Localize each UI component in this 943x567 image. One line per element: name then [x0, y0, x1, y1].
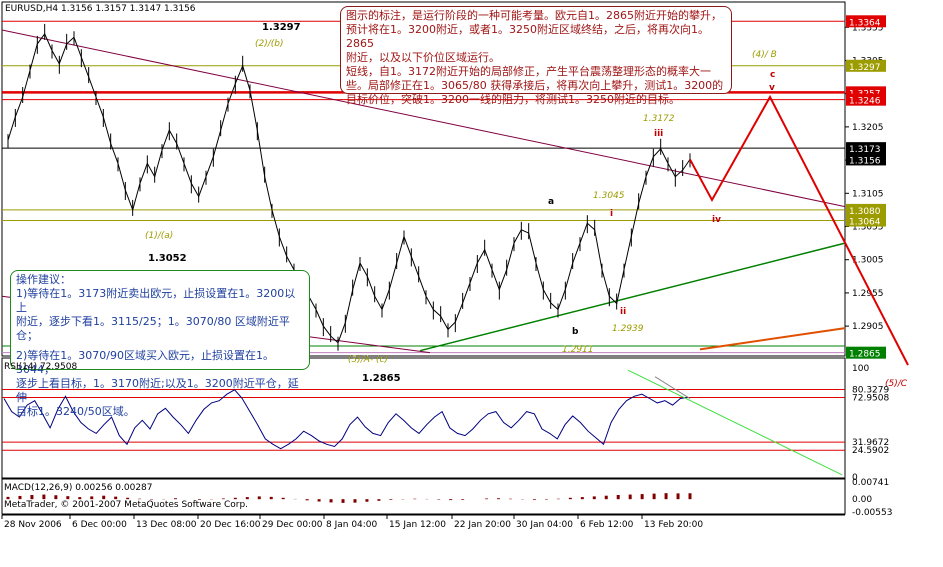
analysis-note: 图示的标注，是运行阶段的一种可能考量。欧元自1。2865附近开始的攀升， 预计将…: [340, 6, 732, 106]
note-line: 目标价位，突破1。3200一线的阻力，将测试1。3250附近的目标。: [346, 93, 680, 106]
price-annotation: 1.3172: [643, 114, 675, 124]
note-line: 些。局部修正在1。3065/80 获得承接后，将再次向上攀升，测试1。3200的: [346, 79, 724, 92]
wave-label: (3)/A- (c): [348, 355, 388, 365]
time-tick-label: 13 Dec 08:00: [136, 520, 197, 530]
price-box-label: 1.2865: [849, 350, 881, 360]
note-line: 短线，自1。3172附近开始的局部修正，产生平台震荡整理形态的概率大一: [346, 65, 711, 78]
rsi-tick-label: 100: [852, 364, 869, 374]
rsi-tick-label: 72.9508: [852, 393, 889, 403]
advice-line: 附近，逐步下看1。3115/25；1。3070/80 区域附近平仓；: [16, 315, 290, 342]
price-annotation: 1.3045: [593, 191, 625, 201]
note-line: 预计将在1。3200附近，或者1。3250附近区域终结，之后，将再次向1。286…: [346, 23, 709, 50]
wave-label: b: [572, 327, 579, 337]
macd-tick-label: 0.00741: [852, 478, 889, 488]
price-box-label: 1.3297: [849, 63, 881, 73]
time-tick-label: 22 Jan 20:00: [454, 520, 511, 530]
trade-advice: 操作建议： 1)等待在1。3173附近卖出欧元，止损设置在1。3200以上 附近…: [10, 270, 310, 418]
price-tick-label: 1.2905: [852, 322, 884, 332]
time-tick-label: 29 Dec 00:00: [262, 520, 323, 530]
price-annotation: 1.2939: [612, 324, 644, 334]
copyright-text: MetaTrader, © 2001-2007 MetaQuotes Softw…: [4, 500, 249, 510]
price-tick-label: 1.3205: [852, 123, 884, 133]
macd-tick-label: 0.00: [852, 495, 872, 505]
note-line: 图示的标注，是运行阶段的一种可能考量。欧元自1。2865附近开始的攀升，: [346, 9, 722, 22]
time-tick-label: 28 Nov 2006: [4, 520, 62, 530]
price-box-label: 1.3364: [849, 18, 881, 28]
price-tick-label: 1.2955: [852, 289, 884, 299]
rsi-trendline: [654, 376, 691, 399]
time-tick-label: 15 Jan 12:00: [389, 520, 446, 530]
wave-label: a: [548, 197, 554, 207]
time-tick-label: 30 Jan 04:00: [516, 520, 573, 530]
wave-label: (4)/ B: [752, 50, 777, 60]
time-tick-label: 20 Dec 16:00: [200, 520, 261, 530]
price-annotation: 1.3052: [148, 253, 187, 264]
rsi-tick-label: 24.5902: [852, 446, 889, 456]
wave-label: iii: [654, 129, 663, 139]
advice-title: 操作建议：: [16, 273, 71, 286]
price-annotation: 1.3297: [262, 22, 301, 33]
wave-label: iv: [712, 215, 721, 225]
macd-tick-label: -0.00553: [852, 508, 892, 518]
price-annotation: 1.2865: [362, 373, 401, 384]
wave-label: i: [610, 209, 613, 219]
price-tick-label: 1.3105: [852, 189, 884, 199]
price-box-label: 1.3064: [849, 218, 881, 228]
wave-label: v: [769, 83, 775, 93]
symbol-header: EURUSD,H4 1.3156 1.3157 1.3147 1.3156: [5, 4, 196, 14]
advice-line: 逐步上看目标，1。3170附近;以及1。3200附近平仓，延伸: [16, 377, 299, 404]
macd-label: MACD(12,26,9) 0.00256 0.00287: [4, 483, 153, 493]
rsi-trendline: [627, 369, 843, 476]
wave-label: c: [770, 70, 775, 80]
wave-label: (1)/(a): [145, 231, 173, 241]
wave-label: (2)/(b): [255, 39, 284, 49]
time-tick-label: 6 Feb 12:00: [580, 520, 634, 530]
price-box-label: 1.3156: [849, 156, 881, 166]
time-tick-label: 13 Feb 20:00: [644, 520, 703, 530]
chart-window: 1.33551.33051.32551.32051.31551.31051.30…: [0, 0, 943, 567]
advice-line: 1)等待在1。3173附近卖出欧元，止损设置在1。3200以上: [16, 287, 296, 314]
note-line: 附近，以及以下价位区域运行。: [346, 51, 500, 64]
time-tick-label: 6 Dec 00:00: [72, 520, 127, 530]
advice-line: 目标1。3240/50区域。: [16, 405, 135, 418]
price-box-label: 1.3246: [849, 97, 881, 107]
time-tick-label: 8 Jan 04:00: [326, 520, 378, 530]
rsi-label: RSI(14) 72.9508: [4, 362, 78, 372]
wave-label: ii: [620, 307, 626, 317]
rising-trendline: [419, 242, 846, 352]
price-annotation: 1.2911: [562, 345, 594, 355]
